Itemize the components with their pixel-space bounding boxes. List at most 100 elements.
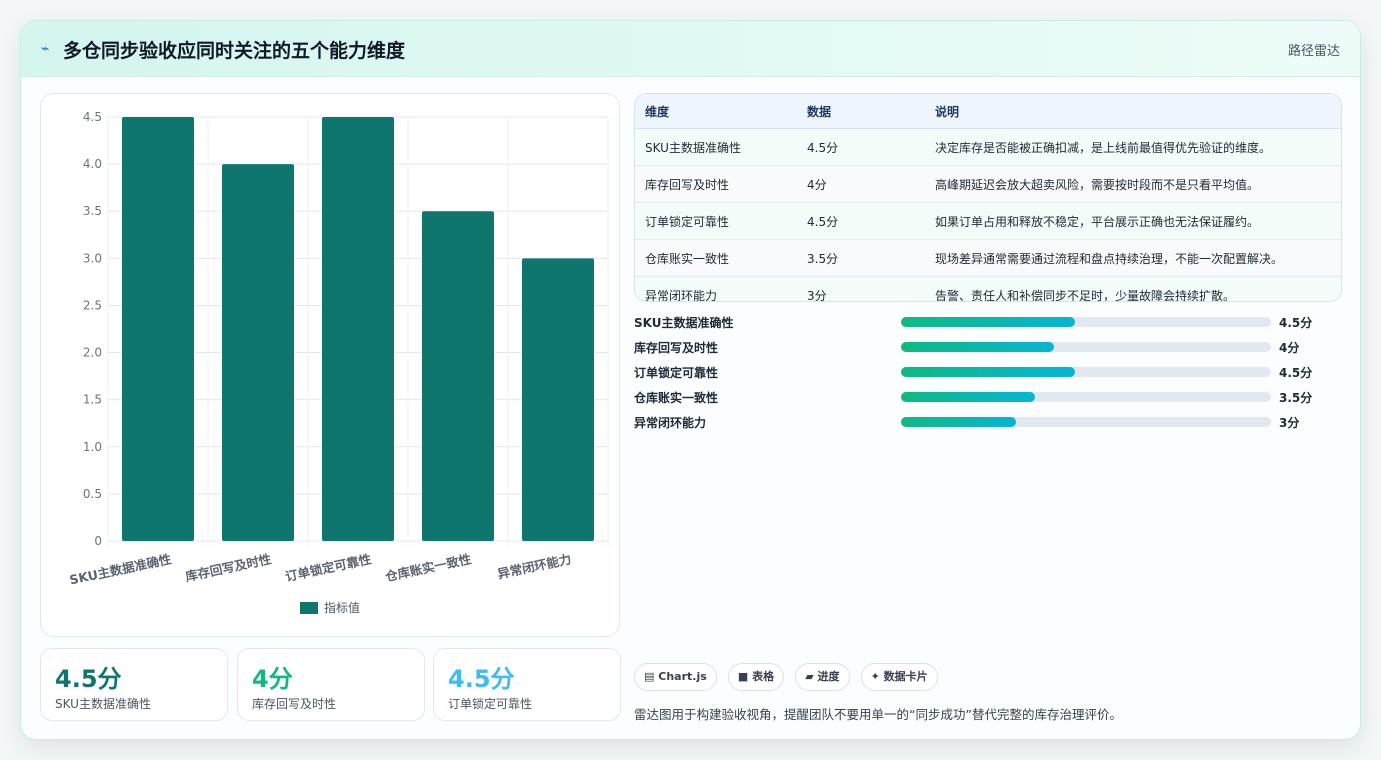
table-header-row: 维度 数据 说明 bbox=[635, 94, 1341, 129]
y-tick-label: 2.5 bbox=[83, 298, 102, 312]
y-tick-label: 0.5 bbox=[83, 487, 102, 501]
progress-track bbox=[901, 317, 1271, 327]
bar bbox=[122, 117, 194, 541]
table-cell: 3分 bbox=[806, 276, 934, 301]
chip-progress[interactable]: ▰ 进度 bbox=[795, 663, 850, 691]
table-cell: 现场差异通常需要通过流程和盘点持续治理，不能一次配置解决。 bbox=[934, 239, 1341, 277]
header-tag: 路径雷达 bbox=[1287, 44, 1340, 59]
chip-table[interactable]: ■ 表格 bbox=[727, 663, 785, 691]
progress-fill bbox=[901, 317, 1075, 327]
table-cell: 高峰期延迟会放大超卖风险，需要按时段而不是只看平均值。 bbox=[934, 165, 1341, 203]
kpi-card-sku: 4.5分 SKU主数据准确性 bbox=[40, 648, 228, 721]
table-cell: SKU主数据准确性 bbox=[635, 128, 806, 166]
table-cell: 4.5分 bbox=[806, 128, 934, 166]
progress-label: 仓库账实一致性 bbox=[634, 391, 719, 405]
dashboard-card: ⌁ 多仓同步验收应同时关注的五个能力维度 路径雷达 0 0.5 1.0 1.5 2.0 2… bbox=[20, 20, 1361, 740]
kpi-label: 订单锁定可靠性 bbox=[448, 697, 533, 711]
kpi-card-order: 4.5分 订单锁定可靠性 bbox=[433, 648, 621, 721]
kpi-label: SKU主数据准确性 bbox=[55, 697, 151, 711]
progress-value: 4.5分 bbox=[1279, 366, 1313, 380]
table-row: 异常闭环能力 3分 告警、责任人和补偿同步不足时，少量故障会持续扩散。 bbox=[635, 276, 1341, 301]
table-cell: 决定库存是否能被正确扣减，是上线前最值得优先验证的维度。 bbox=[934, 128, 1341, 166]
y-tick-label: 2.0 bbox=[83, 346, 102, 360]
progress-row: 异常闭环能力 3分 bbox=[634, 411, 1340, 436]
table-cell: 3.5分 bbox=[806, 239, 934, 277]
x-tick-label: 仓库账实一致性 bbox=[383, 551, 473, 584]
progress-row: 仓库账实一致性 3.5分 bbox=[634, 386, 1340, 411]
progress-value: 4.5分 bbox=[1279, 316, 1313, 330]
table-cell: 仓库账实一致性 bbox=[635, 239, 806, 277]
progress-track bbox=[901, 392, 1271, 402]
column-header: 维度 bbox=[635, 94, 806, 129]
chip-chartjs[interactable]: ▤ Chart.js bbox=[634, 663, 717, 691]
bar bbox=[422, 211, 494, 541]
chip-data-card[interactable]: ✦ 数据卡片 bbox=[860, 663, 938, 691]
progress-label: 订单锁定可靠性 bbox=[634, 366, 719, 380]
progress-row: SKU主数据准确性 4.5分 bbox=[634, 311, 1340, 336]
y-tick-label: 4.0 bbox=[83, 157, 102, 171]
progress-value: 3分 bbox=[1279, 416, 1300, 430]
progress-icon: ▰ bbox=[805, 670, 814, 683]
progress-label: SKU主数据准确性 bbox=[634, 316, 734, 330]
progress-fill bbox=[901, 392, 1035, 402]
progress-fill bbox=[901, 417, 1016, 427]
y-tick-label: 0 bbox=[94, 534, 102, 548]
chip-label: Chart.js bbox=[658, 670, 707, 683]
progress-track bbox=[901, 417, 1271, 427]
kpi-label: 库存回写及时性 bbox=[252, 697, 337, 711]
progress-label: 异常闭环能力 bbox=[634, 416, 707, 430]
progress-value: 4分 bbox=[1279, 341, 1300, 355]
table-cell: 4分 bbox=[806, 165, 934, 203]
pulse-icon: ⌁ bbox=[41, 41, 50, 57]
progress-row: 库存回写及时性 4分 bbox=[634, 336, 1340, 361]
x-tick-label: 库存回写及时性 bbox=[184, 551, 273, 584]
tech-chips: ▤ Chart.js ■ 表格 ▰ 进度 ✦ 数据卡片 bbox=[634, 663, 944, 691]
bar bbox=[222, 164, 294, 541]
table-cell: 库存回写及时性 bbox=[635, 165, 806, 203]
legend-swatch bbox=[300, 602, 318, 614]
metrics-table: 维度 数据 说明 SKU主数据准确性 4.5分 决定库存是否能被正确扣减，是上线… bbox=[634, 93, 1342, 302]
card-icon: ✦ bbox=[870, 670, 880, 683]
footer-note: 雷达图用于构建验收视角，提醒团队不要用单一的“同步成功”替代完整的库存治理评价。 bbox=[634, 707, 1122, 722]
kpi-value: 4.5分 bbox=[448, 665, 515, 693]
table-row: 库存回写及时性 4分 高峰期延迟会放大超卖风险，需要按时段而不是只看平均值。 bbox=[635, 165, 1341, 203]
column-header: 数据 bbox=[806, 94, 934, 129]
table-cell: 告警、责任人和补偿同步不足时，少量故障会持续扩散。 bbox=[934, 276, 1341, 301]
y-tick-label: 1.0 bbox=[83, 440, 102, 454]
kpi-value: 4分 bbox=[252, 665, 293, 693]
y-tick-label: 3.5 bbox=[83, 204, 102, 218]
chip-label: 表格 bbox=[752, 670, 775, 683]
kpi-value: 4.5分 bbox=[55, 665, 122, 693]
progress-track bbox=[901, 342, 1271, 352]
progress-fill bbox=[901, 342, 1055, 352]
table-cell: 4.5分 bbox=[806, 202, 934, 240]
legend-label: 指标值 bbox=[324, 600, 360, 615]
x-tick-label: 异常闭环能力 bbox=[496, 551, 572, 581]
table-icon: ■ bbox=[737, 670, 749, 683]
kpi-card-inventory: 4分 库存回写及时性 bbox=[237, 648, 425, 721]
page-title: 多仓同步验收应同时关注的五个能力维度 bbox=[63, 40, 406, 62]
chip-label: 进度 bbox=[817, 670, 840, 683]
x-tick-label: SKU主数据准确性 bbox=[68, 551, 173, 587]
table-cell: 异常闭环能力 bbox=[635, 276, 806, 301]
progress-list: SKU主数据准确性 4.5分 库存回写及时性 4分 订单锁定可靠性 4.5分 仓… bbox=[634, 311, 1340, 436]
progress-fill bbox=[901, 367, 1075, 377]
table-row: SKU主数据准确性 4.5分 决定库存是否能被正确扣减，是上线前最值得优先验证的… bbox=[635, 128, 1341, 166]
bar bbox=[522, 258, 594, 541]
table-row: 仓库账实一致性 3.5分 现场差异通常需要通过流程和盘点持续治理，不能一次配置解… bbox=[635, 239, 1341, 277]
card-header: ⌁ 多仓同步验收应同时关注的五个能力维度 路径雷达 bbox=[21, 21, 1360, 77]
progress-label: 库存回写及时性 bbox=[634, 341, 719, 355]
progress-value: 3.5分 bbox=[1279, 391, 1313, 405]
progress-track bbox=[901, 367, 1271, 377]
chip-label: 数据卡片 bbox=[883, 670, 928, 683]
bar-chart: 0 0.5 1.0 1.5 2.0 2.5 3.0 3.5 4.0 4.5 SKU主数据准确性 库存回… bbox=[40, 93, 620, 637]
y-tick-label: 1.5 bbox=[83, 393, 102, 407]
bar bbox=[322, 117, 394, 541]
x-tick-label: 订单锁定可靠性 bbox=[284, 551, 373, 584]
table-row: 订单锁定可靠性 4.5分 如果订单占用和释放不稳定，平台展示正确也无法保证履约。 bbox=[635, 202, 1341, 240]
table-cell: 订单锁定可靠性 bbox=[635, 202, 806, 240]
progress-row: 订单锁定可靠性 4.5分 bbox=[634, 361, 1340, 386]
column-header: 说明 bbox=[934, 94, 1341, 129]
table-cell: 如果订单占用和释放不稳定，平台展示正确也无法保证履约。 bbox=[934, 202, 1341, 240]
y-tick-label: 4.5 bbox=[83, 110, 102, 124]
